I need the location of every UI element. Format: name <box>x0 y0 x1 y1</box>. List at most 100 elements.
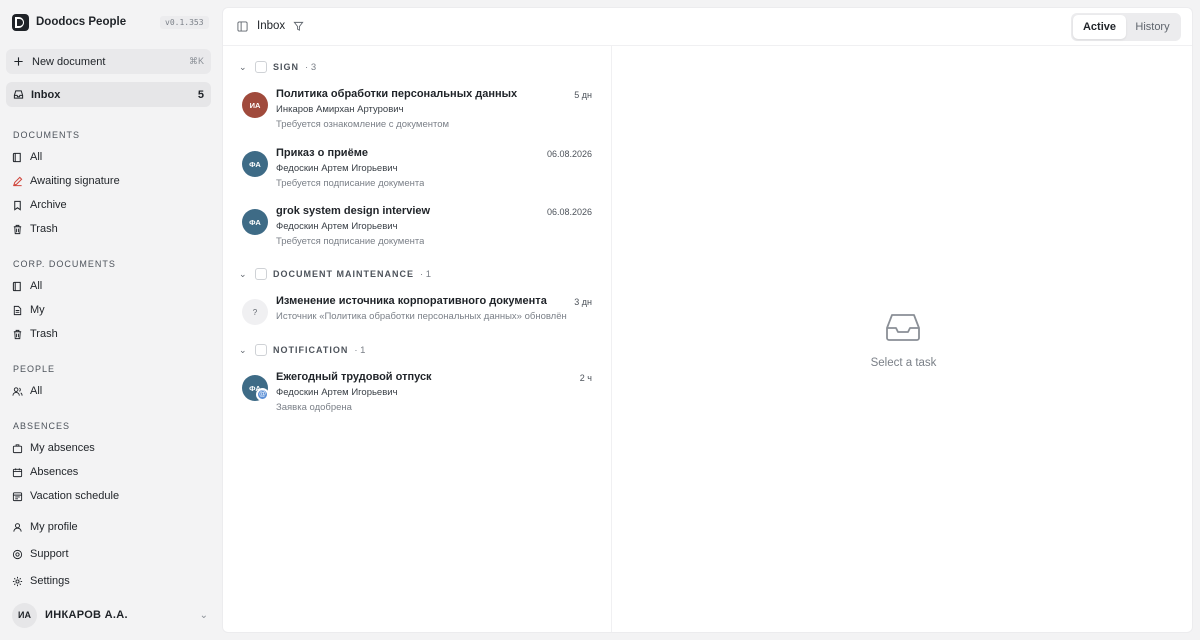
task-list: ⌄ SIGN · 3 ИА Политика обработки персона… <box>223 46 612 632</box>
sidebar-item-inbox[interactable]: Inbox 5 <box>6 82 211 107</box>
task-status: Требуется подписание документа <box>276 178 425 189</box>
task-author: Инкаров Амирхан Артурович <box>276 104 404 115</box>
group-header-notification[interactable]: ⌄ NOTIFICATION · 1 <box>239 343 365 357</box>
chevron-down-icon[interactable]: ⌄ <box>239 62 249 73</box>
sidebar-item-people-all[interactable]: All <box>12 382 42 400</box>
plus-icon <box>13 56 24 67</box>
task-item[interactable]: ФА @ Ежегодный трудовой отпуск 2 ч Федос… <box>242 371 592 425</box>
brand[interactable]: Doodocs People <box>12 13 126 31</box>
user-icon <box>12 522 23 533</box>
sidebar-item-label: Archive <box>30 199 67 211</box>
file-icon <box>12 305 23 316</box>
sidebar-item-label: All <box>30 385 43 397</box>
pen-icon <box>12 176 23 187</box>
sidebar-item-awaiting-signature[interactable]: Awaiting signature <box>12 172 120 190</box>
group-count: · 3 <box>305 61 317 73</box>
group-header-sign[interactable]: ⌄ SIGN · 3 <box>239 60 316 74</box>
task-status: Требуется ознакомление с документом <box>276 119 450 130</box>
sidebar-item-label: Vacation schedule <box>30 490 120 502</box>
sidebar-item-label: My absences <box>30 442 95 454</box>
task-date: 2 ч <box>579 373 592 383</box>
sidebar-item-my-profile[interactable]: My profile <box>12 518 78 536</box>
help-icon <box>12 549 23 560</box>
sidebar-item-label: Support <box>30 548 69 560</box>
status-toggle: Active History <box>1071 13 1181 41</box>
topbar: Inbox Active History <box>223 8 1192 46</box>
sidebar-item-archive[interactable]: Archive <box>12 196 67 214</box>
tab-history[interactable]: History <box>1126 15 1179 39</box>
sidebar-item-label: Settings <box>30 575 70 587</box>
sidebar-item-absences[interactable]: Absences <box>12 463 78 481</box>
group-header-document-maintenance[interactable]: ⌄ DOCUMENT MAINTENANCE · 1 <box>239 267 431 281</box>
sidebar-item-corp-my[interactable]: My <box>12 301 45 319</box>
page-title: Inbox <box>257 20 286 32</box>
task-item[interactable]: ФА grok system design interview 06.08.20… <box>242 205 592 259</box>
sidebar-item-label: All <box>30 280 43 292</box>
book-icon <box>12 281 23 292</box>
sidebar-item-documents-all[interactable]: All <box>12 148 42 166</box>
tab-active[interactable]: Active <box>1073 15 1126 39</box>
group-label: NOTIFICATION <box>273 345 349 355</box>
task-title: Изменение источника корпоративного докум… <box>276 295 547 307</box>
section-title-documents: DOCUMENTS <box>13 130 80 140</box>
task-description: Источник «Политика обработки персональны… <box>276 311 567 322</box>
sidebar-item-label: My <box>30 304 45 316</box>
sidebar-item-label: Trash <box>30 328 58 340</box>
group-checkbox[interactable] <box>255 61 267 73</box>
calendar-icon <box>12 467 23 478</box>
user-name: ИНКАРОВ А.А. <box>45 609 128 621</box>
user-menu[interactable]: ИА ИНКАРОВ А.А. ⌄ <box>12 602 208 628</box>
section-title-corp-documents: CORP. DOCUMENTS <box>13 259 116 269</box>
task-item[interactable]: ИА Политика обработки персональных данны… <box>242 88 592 142</box>
version-badge: v0.1.353 <box>160 16 209 29</box>
avatar: ? <box>242 299 268 325</box>
group-count: · 1 <box>420 268 432 280</box>
group-checkbox[interactable] <box>255 268 267 280</box>
chevron-down-icon[interactable]: ⌄ <box>239 345 249 356</box>
gear-icon <box>12 576 23 587</box>
task-item[interactable]: ФА Приказ о приёме 06.08.2026 Федоскин А… <box>242 147 592 201</box>
sidebar-item-settings[interactable]: Settings <box>12 572 70 590</box>
task-status: Требуется подписание документа <box>276 236 425 247</box>
group-count: · 1 <box>354 344 366 356</box>
sidebar-item-documents-trash[interactable]: Trash <box>12 220 58 238</box>
chevron-down-icon[interactable]: ⌄ <box>239 269 249 280</box>
sidebar-item-label: Awaiting signature <box>30 175 120 187</box>
task-title: grok system design interview <box>276 205 431 217</box>
sidebar-toggle-icon[interactable] <box>237 21 248 32</box>
sidebar-item-label: All <box>30 151 43 163</box>
task-date: 3 дн <box>574 297 592 307</box>
filter-icon[interactable] <box>293 21 304 32</box>
task-title: Приказ о приёме <box>276 147 368 159</box>
group-label: DOCUMENT MAINTENANCE <box>273 269 414 279</box>
sidebar-item-corp-all[interactable]: All <box>12 277 42 295</box>
task-author: Федоскин Артем Игорьевич <box>276 163 398 174</box>
new-document-label: New document <box>32 55 106 68</box>
sidebar-item-support[interactable]: Support <box>12 545 69 563</box>
avatar: ФА <box>242 151 268 177</box>
sidebar-item-corp-trash[interactable]: Trash <box>12 325 58 343</box>
task-date: 06.08.2026 <box>546 207 592 217</box>
sidebar-item-my-absences[interactable]: My absences <box>12 439 95 457</box>
brand-logo-icon <box>12 13 29 31</box>
trash-icon <box>12 224 23 235</box>
sidebar-item-label: Trash <box>30 223 58 235</box>
task-author: Федоскин Артем Игорьевич <box>276 221 398 232</box>
trash-icon <box>12 329 23 340</box>
task-item[interactable]: ? Изменение источника корпоративного док… <box>242 295 592 349</box>
sidebar-item-label: Absences <box>30 466 79 478</box>
avatar: ИА <box>242 92 268 118</box>
group-checkbox[interactable] <box>255 344 267 356</box>
empty-state-text: Select a task <box>870 357 937 369</box>
sidebar-item-label: My profile <box>30 521 78 533</box>
archive-icon <box>12 200 23 211</box>
new-document-button[interactable]: New document ⌘K <box>6 49 211 74</box>
chevron-down-icon: ⌄ <box>199 609 208 621</box>
task-detail-panel: Select a task <box>613 46 1192 632</box>
sidebar-item-vacation-schedule[interactable]: Vacation schedule <box>12 487 119 505</box>
avatar: ФА <box>242 209 268 235</box>
sidebar: Doodocs People v0.1.353 New document ⌘K … <box>0 0 218 640</box>
task-title: Политика обработки персональных данных <box>276 88 518 100</box>
task-author: Федоскин Артем Игорьевич <box>276 387 398 398</box>
mention-badge-icon: @ <box>256 388 269 401</box>
